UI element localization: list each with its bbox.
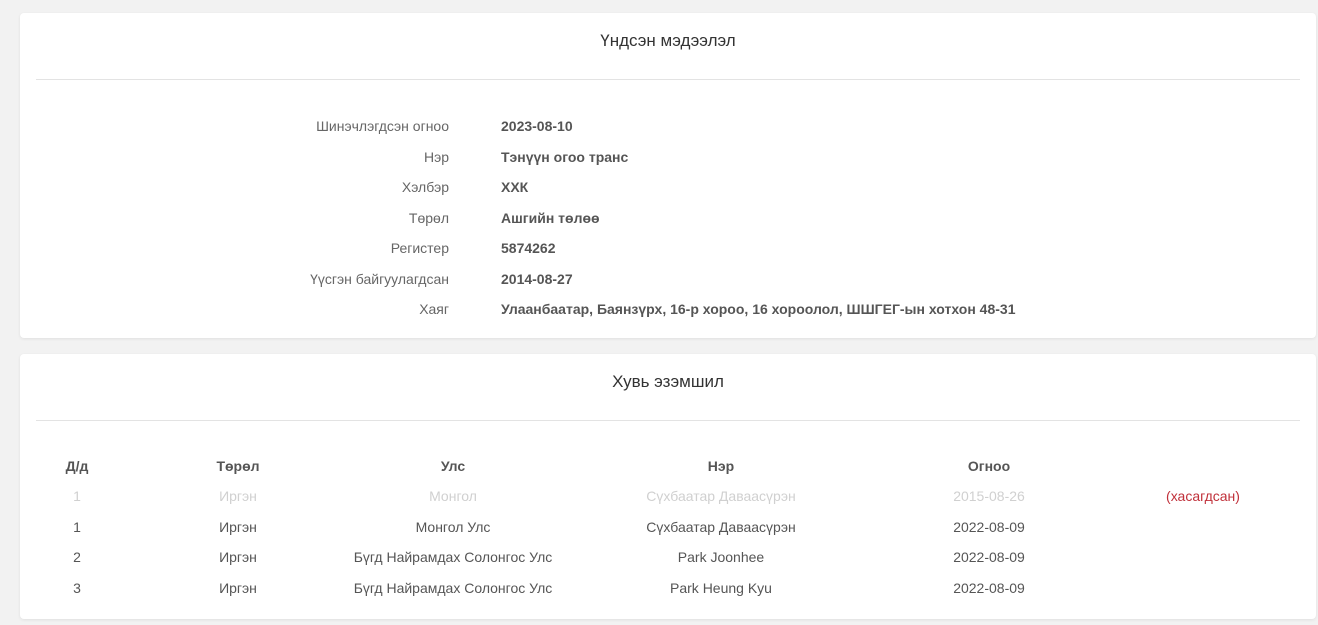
cell-date: 2015-08-26: [953, 488, 1025, 504]
info-value: 5874262: [501, 240, 556, 256]
info-value: Тэнүүн огоо транс: [501, 148, 629, 165]
table-row: 1 Иргэн Монгол Улс Сүхбаатар Даваасүрэн …: [20, 515, 1316, 546]
cell-no: 1: [73, 488, 81, 504]
info-value: 2023-08-10: [501, 118, 573, 134]
info-label: Үүсгэн байгуулагдсан: [310, 270, 449, 287]
cell-no: 3: [73, 579, 81, 596]
table-row: 2 Иргэн Бүгд Найрамдах Солонгос Улс Park…: [20, 545, 1316, 576]
info-label: Регистер: [390, 240, 449, 256]
cell-no: 1: [73, 518, 81, 535]
info-row-founded: Үүсгэн байгуулагдсан 2014-08-27: [20, 268, 1316, 299]
cell-type: Иргэн: [219, 579, 257, 596]
info-label: Шинэчлэгдсэн огноо: [316, 118, 449, 134]
info-value: ХХК: [501, 179, 529, 195]
info-label: Нэр: [423, 148, 449, 165]
info-label: Төрөл: [408, 209, 449, 226]
cell-name: Сүхбаатар Даваасүрэн: [646, 518, 796, 535]
info-row-address: Хаяг Улаанбаатар, Баянзүрх, 16-р хороо, …: [20, 298, 1316, 329]
info-row-register: Регистер 5874262: [20, 237, 1316, 268]
shareholding-card: Хувь эзэмшил Д/д Төрөл Улс Нэр Огноо 1 И…: [20, 354, 1316, 619]
cell-name: Сүхбаатар Даваасүрэн: [646, 488, 796, 504]
cell-type: Иргэн: [219, 549, 257, 565]
info-value: 2014-08-27: [501, 270, 573, 287]
shareholding-title: Хувь эзэмшил: [612, 372, 724, 391]
divider: [36, 79, 1300, 80]
info-label: Хаяг: [419, 301, 449, 317]
info-row-updated-date: Шинэчлэгдсэн огноо 2023-08-10: [20, 115, 1316, 146]
table-header-row: Д/д Төрөл Улс Нэр Огноо: [20, 454, 1316, 484]
basic-info-table: Шинэчлэгдсэн огноо 2023-08-10 Нэр Тэнүүн…: [20, 115, 1316, 329]
column-header-type: Төрөл: [216, 458, 260, 474]
info-row-form: Хэлбэр ХХК: [20, 176, 1316, 207]
cell-type: Иргэн: [219, 518, 257, 535]
column-header-country: Улс: [440, 458, 466, 474]
info-row-name: Нэр Тэнүүн огоо транс: [20, 146, 1316, 177]
column-header-name: Нэр: [707, 458, 735, 474]
divider: [36, 420, 1300, 421]
basic-info-title: Үндсэн мэдээлэл: [600, 31, 736, 50]
cell-country: Монгол Улс: [415, 518, 491, 535]
info-value: Ашгийн төлөө: [501, 209, 600, 226]
cell-country: Бүгд Найрамдах Солонгос Улс: [353, 549, 553, 565]
cell-no: 2: [73, 549, 81, 565]
column-header-no: Д/д: [65, 458, 89, 474]
cell-country: Монгол: [429, 488, 477, 504]
cell-date: 2022-08-09: [953, 579, 1025, 596]
cell-country: Бүгд Найрамдах Солонгос Улс: [353, 579, 553, 596]
column-header-date: Огноо: [967, 458, 1011, 474]
cell-date: 2022-08-09: [953, 518, 1025, 535]
cell-type: Иргэн: [219, 488, 257, 504]
info-label: Хэлбэр: [401, 179, 449, 195]
cell-name: Park Heung Kyu: [670, 579, 772, 596]
shareholding-table: Д/д Төрөл Улс Нэр Огноо 1 Иргэн Монгол С…: [20, 454, 1316, 606]
removed-status-badge: (хасагдсан): [1166, 488, 1240, 504]
info-row-type: Төрөл Ашгийн төлөө: [20, 207, 1316, 238]
info-value: Улаанбаатар, Баянзүрх, 16-р хороо, 16 хо…: [501, 301, 1016, 317]
cell-date: 2022-08-09: [953, 549, 1025, 565]
basic-info-card: Үндсэн мэдээлэл Шинэчлэгдсэн огноо 2023-…: [20, 13, 1316, 338]
table-row: 3 Иргэн Бүгд Найрамдах Солонгос Улс Park…: [20, 576, 1316, 607]
cell-name: Park Joonhee: [677, 549, 765, 565]
table-row-removed: 1 Иргэн Монгол Сүхбаатар Даваасүрэн 2015…: [20, 484, 1316, 515]
